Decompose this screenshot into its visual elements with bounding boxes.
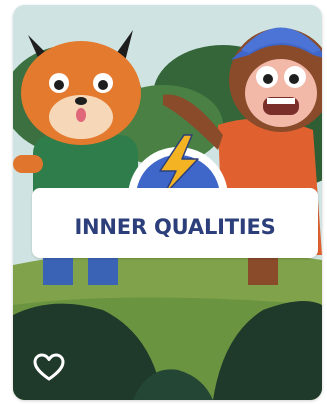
course-card[interactable]: INNER QUALITIES (13, 5, 322, 400)
heart-outline-icon (33, 353, 65, 381)
favorite-button[interactable] (31, 351, 67, 383)
title-banner: INNER QUALITIES (32, 188, 318, 258)
card-title: INNER QUALITIES (74, 215, 276, 239)
